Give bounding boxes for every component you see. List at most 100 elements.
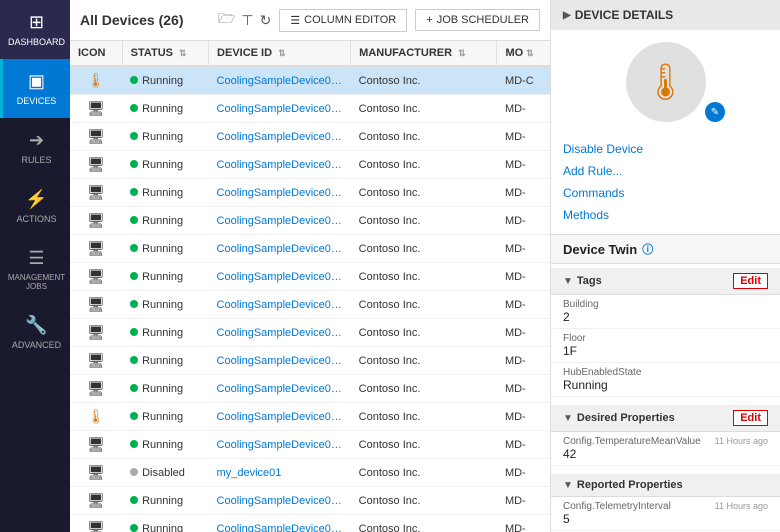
status-dot (130, 244, 138, 252)
device-icon: 🖥 (87, 464, 105, 480)
status-dot (130, 384, 138, 392)
table-header-row: ICON STATUS ⇅ DEVICE ID ⇅ MANUFACTURER ⇅… (70, 41, 550, 66)
table-row[interactable]: 🖥RunningCoolingSampleDevice004_979Contos… (70, 431, 550, 459)
cell-manufacturer: Contoso Inc. (351, 487, 497, 515)
methods-link[interactable]: Methods (563, 204, 768, 226)
info-icon[interactable]: ⓘ (642, 241, 653, 257)
sidebar-item-advanced[interactable]: 🔧 ADVANCED (0, 303, 70, 362)
cell-icon: 🖥 (70, 515, 122, 532)
table-row[interactable]: 🌡RunningCoolingSampleDevice002_979Contos… (70, 403, 550, 431)
cell-device-id: my_device01 (209, 459, 351, 487)
col-icon[interactable]: ICON (70, 41, 122, 66)
desired-section: ▼ Desired Properties Edit Config.Tempera… (551, 401, 780, 470)
cell-manufacturer: Contoso Inc. (351, 123, 497, 151)
collapse-icon: ▼ (563, 480, 573, 491)
table-row[interactable]: 🖥RunningCoolingSampleDevice025_979Contos… (70, 263, 550, 291)
status-text: Running (142, 495, 183, 507)
cell-icon: 🖥 (70, 487, 122, 515)
cell-manufacturer: Contoso Inc. (351, 347, 497, 375)
status-text: Running (142, 523, 183, 532)
toolbar-icons: 🗁 ⊤ ↻ (218, 8, 271, 32)
cell-icon: 🌡 (70, 66, 122, 95)
cell-manufacturer: Contoso Inc. (351, 403, 497, 431)
table-row[interactable]: 🖥RunningCoolingSampleDevice005_979Contos… (70, 123, 550, 151)
tags-edit-button[interactable]: Edit (733, 273, 768, 289)
sidebar-item-actions[interactable]: ⚡ ACTIONS (0, 177, 70, 236)
col-model[interactable]: MO⇅ (497, 41, 550, 66)
status-dot (130, 328, 138, 336)
status-text: Running (142, 271, 183, 283)
table-row[interactable]: 🖥RunningCoolingSampleDevice021_979Contos… (70, 515, 550, 532)
device-table-area[interactable]: ICON STATUS ⇅ DEVICE ID ⇅ MANUFACTURER ⇅… (70, 41, 550, 532)
col-device-id[interactable]: DEVICE ID ⇅ (209, 41, 351, 66)
status-text: Running (142, 131, 183, 143)
cell-status: Running (122, 375, 208, 403)
building-label: Building (563, 299, 768, 310)
status-text: Running (142, 75, 183, 87)
table-row[interactable]: 🖥RunningCoolingSampleDevice012_979Contos… (70, 319, 550, 347)
cell-manufacturer: Contoso Inc. (351, 235, 497, 263)
cell-manufacturer: Contoso Inc. (351, 375, 497, 403)
sidebar-item-label: ADVANCED (12, 340, 61, 350)
refresh-icon[interactable]: ↻ (260, 12, 272, 29)
device-icon: 🖥 (87, 240, 105, 256)
panel-header: ▶ DEVICE DETAILS (551, 0, 780, 30)
table-row[interactable]: 🖥RunningCoolingSampleDevice023_979Contos… (70, 95, 550, 123)
table-row[interactable]: 🖥RunningCoolingSampleDevice022_979Contos… (70, 235, 550, 263)
job-scheduler-button[interactable]: + JOB SCHEDULER (415, 9, 540, 31)
cell-device-id: CoolingSampleDevice013_979 (209, 151, 351, 179)
cell-status: Running (122, 291, 208, 319)
table-row[interactable]: 🖥Disabledmy_device01Contoso Inc.MD- (70, 459, 550, 487)
sidebar-item-devices[interactable]: ▣ DEVICES (0, 59, 70, 118)
table-row[interactable]: 🖥RunningCoolingSampleDevice020_979Contos… (70, 179, 550, 207)
status-dot (130, 496, 138, 504)
reported-section: ▼ Reported Properties Config.TelemetryIn… (551, 470, 780, 532)
device-icon: 🖥 (87, 100, 105, 116)
column-editor-button[interactable]: ☰ COLUMN EDITOR (279, 9, 407, 32)
device-icon: 🖥 (87, 128, 105, 144)
cell-device-id: CoolingSampleDevice012_979 (209, 319, 351, 347)
status-text: Running (142, 215, 183, 227)
reported-telemetry-meta: 11 Hours ago (715, 501, 768, 511)
cell-model: MD- (497, 487, 550, 515)
add-rule-link[interactable]: Add Rule... (563, 160, 768, 182)
tags-header[interactable]: ▼ Tags Edit (551, 268, 780, 295)
table-row[interactable]: 🖥RunningCoolingSampleDevice010_979Contos… (70, 291, 550, 319)
cell-manufacturer: Contoso Inc. (351, 179, 497, 207)
table-row[interactable]: 🖥RunningCoolingSampleDevice013_979Contos… (70, 151, 550, 179)
cell-icon: 🖥 (70, 95, 122, 123)
cell-model: MD- (497, 235, 550, 263)
table-row[interactable]: 🖥RunningCoolingSampleDevice007_979Contos… (70, 487, 550, 515)
status-text: Running (142, 439, 183, 451)
reported-header[interactable]: ▼ Reported Properties (551, 474, 780, 497)
status-dot (130, 188, 138, 196)
cell-device-id: CoolingSampleDevice025_979 (209, 263, 351, 291)
table-row[interactable]: 🖥RunningCoolingSampleDevice018_979Contos… (70, 375, 550, 403)
desired-header[interactable]: ▼ Desired Properties Edit (551, 405, 780, 432)
device-visual: 🌡 ✎ (551, 30, 780, 134)
col-status[interactable]: STATUS ⇅ (122, 41, 208, 66)
disable-device-link[interactable]: Disable Device (563, 138, 768, 160)
cell-manufacturer: Contoso Inc. (351, 431, 497, 459)
cell-status: Running (122, 179, 208, 207)
tags-building: Building 2 (551, 295, 780, 329)
cell-manufacturer: Contoso Inc. (351, 459, 497, 487)
cell-device-id: CoolingSampleDevice021_979 (209, 515, 351, 532)
sidebar-item-management-jobs[interactable]: ☰ MANAGEMENT JOBS (0, 236, 70, 303)
cell-model: MD- (497, 347, 550, 375)
edit-badge[interactable]: ✎ (705, 102, 725, 122)
desired-edit-button[interactable]: Edit (733, 410, 768, 426)
col-manufacturer[interactable]: MANUFACTURER ⇅ (351, 41, 497, 66)
table-row[interactable]: 🖥RunningCoolingSampleDevice006_979Contos… (70, 207, 550, 235)
table-row[interactable]: 🖥RunningCoolingSampleDevice015_979Contos… (70, 347, 550, 375)
cell-manufacturer: Contoso Inc. (351, 319, 497, 347)
cell-status: Running (122, 123, 208, 151)
thermometer-icon: 🌡 (87, 72, 105, 88)
cell-status: Running (122, 319, 208, 347)
folder-icon[interactable]: 🗁 (218, 8, 235, 32)
table-row[interactable]: 🌡RunningCoolingSampleDevice001_979Contos… (70, 66, 550, 95)
sidebar-item-rules[interactable]: ➔ RULES (0, 118, 70, 177)
filter-icon[interactable]: ⊤ (241, 12, 253, 29)
commands-link[interactable]: Commands (563, 182, 768, 204)
sidebar-item-dashboard[interactable]: ⊞ DASHBOARD (0, 0, 70, 59)
